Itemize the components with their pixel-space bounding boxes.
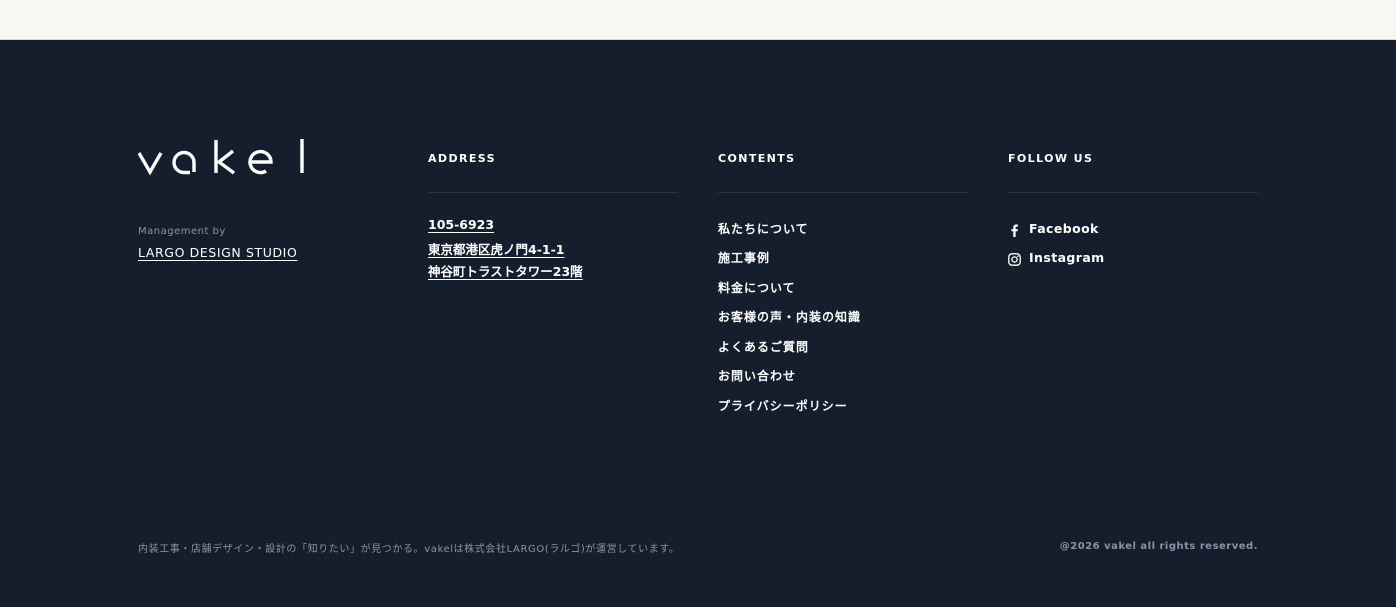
copyright-text: @2026 vakel all rights reserved. [1059, 541, 1258, 552]
nav-privacy-policy[interactable]: プライバシーポリシー [718, 397, 848, 414]
management-company-link[interactable]: LARGO DESIGN STUDIO [138, 245, 297, 260]
address-building[interactable]: 神谷町トラストタワー23階 [428, 261, 583, 280]
nav-contact[interactable]: お問い合わせ [718, 367, 796, 384]
nav-about-us[interactable]: 私たちについて [718, 220, 809, 237]
address-heading: ADDRESS [428, 152, 496, 165]
instagram-icon [1008, 251, 1021, 266]
follow-heading: FOLLOW US [1008, 152, 1094, 165]
facebook-link[interactable]: Facebook [1008, 220, 1099, 237]
site-footer: Management by LARGO DESIGN STUDIO ADDRES… [0, 40, 1396, 607]
footer-tagline: 内装工事・店舗デザイン・設計の「知りたい」が見つかる。vakelは株式会社LAR… [138, 544, 680, 555]
contents-heading: CONTENTS [718, 152, 796, 165]
facebook-icon [1008, 222, 1021, 237]
vakel-logo-mark [137, 139, 304, 176]
address-divider [428, 192, 678, 193]
vakel-logo[interactable] [137, 138, 308, 178]
address-postal-code[interactable]: 105-6923 [428, 217, 494, 232]
nav-faq[interactable]: よくあるご質問 [718, 338, 809, 355]
nav-customer-voices[interactable]: お客様の声・内装の知識 [718, 308, 861, 325]
nav-case-studies[interactable]: 施工事例 [718, 249, 770, 266]
address-street[interactable]: 東京都港区虎ノ門4-1-1 [428, 239, 564, 258]
management-label: Management by [138, 226, 226, 237]
instagram-label: Instagram [1029, 249, 1105, 265]
instagram-link[interactable]: Instagram [1008, 249, 1105, 266]
page-top-area [0, 0, 1396, 40]
follow-divider [1008, 192, 1258, 193]
facebook-label: Facebook [1029, 220, 1099, 236]
nav-pricing[interactable]: 料金について [718, 279, 796, 296]
contents-divider [718, 192, 968, 193]
